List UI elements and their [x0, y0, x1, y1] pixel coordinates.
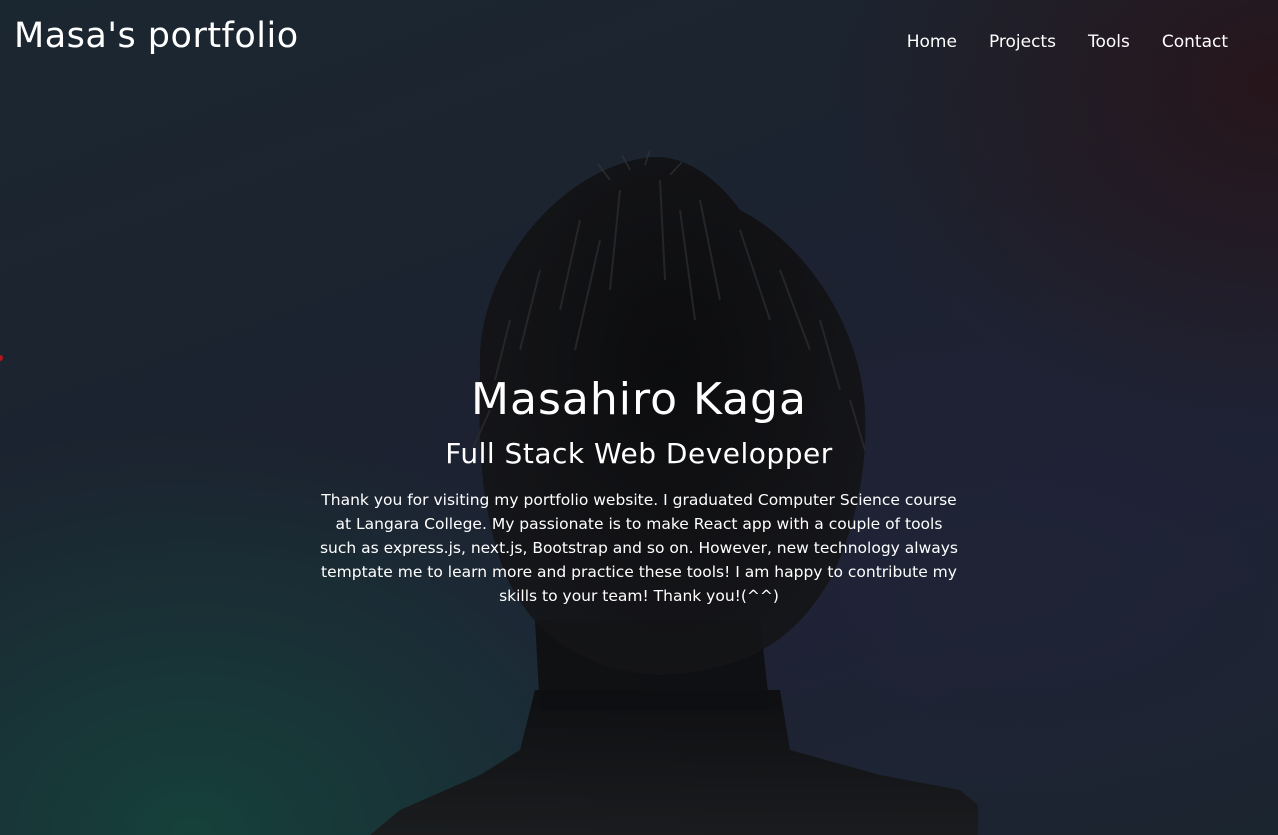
site-logo[interactable]: Masa's portfolio	[14, 16, 299, 56]
main-nav: Home Projects Tools Contact	[891, 32, 1244, 52]
site-header: Masa's portfolio Home Projects Tools Con…	[0, 0, 1278, 80]
hero-role: Full Stack Web Developper	[445, 437, 833, 470]
hero-section: Masahiro Kaga Full Stack Web Developper …	[314, 372, 964, 608]
hero-bio: Thank you for visiting my portfolio webs…	[319, 491, 958, 605]
nav-tools[interactable]: Tools	[1072, 32, 1146, 52]
nav-contact[interactable]: Contact	[1146, 32, 1244, 52]
hero-name: Masahiro Kaga	[471, 374, 807, 425]
nav-home[interactable]: Home	[891, 32, 973, 52]
nav-projects[interactable]: Projects	[973, 32, 1072, 52]
